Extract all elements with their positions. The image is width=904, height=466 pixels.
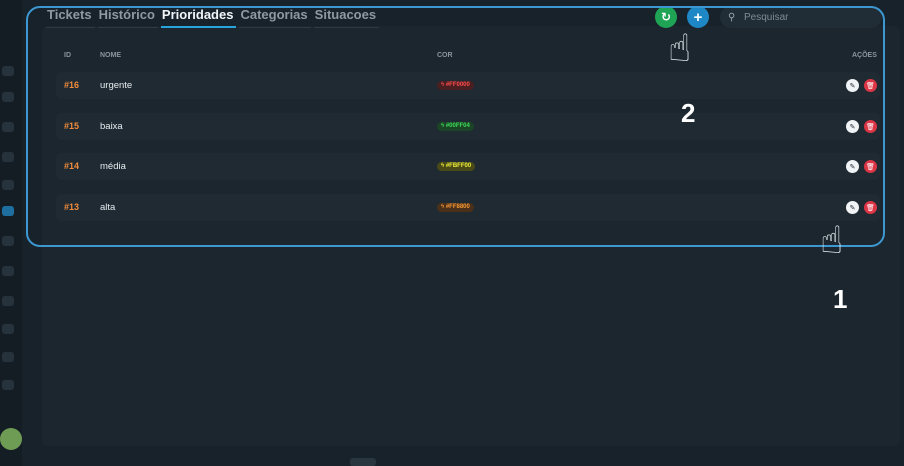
search-input[interactable] [744, 11, 874, 23]
trash-icon: 🗑 [866, 82, 875, 90]
delete-button[interactable]: 🗑 [864, 79, 877, 92]
pointing-hand-icon: ☝ [820, 220, 844, 262]
pagination-control[interactable] [350, 458, 376, 466]
edit-icon: ✎ [849, 82, 856, 90]
nav-icon[interactable] [2, 324, 14, 334]
table-header: ID NOME COR AÇÕES [56, 44, 880, 66]
nav-icon[interactable] [2, 352, 14, 362]
edit-icon: ✎ [849, 163, 856, 171]
column-header-id: ID [64, 52, 71, 59]
color-badge: ϟ #FBFF00 [437, 162, 476, 171]
edit-icon: ✎ [849, 204, 856, 212]
row-id: #14 [64, 161, 80, 171]
nav-icon[interactable] [2, 380, 14, 390]
table-row: #16 urgente ϟ #FF0000 ✎ 🗑 [56, 72, 880, 99]
tab-situacoes[interactable]: Situacoes [313, 7, 380, 28]
delete-button[interactable]: 🗑 [864, 160, 877, 173]
nav-icon[interactable] [2, 296, 14, 306]
delete-button[interactable]: 🗑 [864, 120, 877, 133]
tab-historico[interactable]: Histórico [97, 7, 158, 28]
nav-icon[interactable] [2, 236, 14, 246]
table-row: #13 alta ϟ #FF8800 ✎ 🗑 [56, 194, 880, 221]
row-name: urgente [100, 80, 133, 91]
add-button[interactable]: + [687, 6, 709, 28]
row-id: #15 [64, 121, 80, 131]
column-header-color: COR [437, 52, 453, 59]
column-header-actions: AÇÕES [852, 52, 877, 59]
trash-icon: 🗑 [866, 163, 875, 171]
plus-icon: + [693, 8, 703, 26]
annotation-number: 1 [833, 284, 848, 314]
annotation-number: 2 [681, 98, 696, 128]
trash-icon: 🗑 [866, 204, 875, 212]
table-row: #14 média ϟ #FBFF00 ✎ 🗑 [56, 153, 880, 180]
edit-button[interactable]: ✎ [846, 79, 859, 92]
row-name: média [100, 161, 126, 172]
color-badge: ϟ #FF0000 [437, 81, 474, 90]
row-name: alta [100, 202, 116, 213]
search-box: ⚲ [720, 6, 882, 28]
nav-icon[interactable] [2, 92, 14, 102]
tab-prioridades[interactable]: Prioridades [160, 7, 237, 28]
nav-icon[interactable] [2, 266, 14, 276]
nav-icon[interactable] [2, 122, 14, 132]
row-name: baixa [100, 121, 123, 132]
tab-tickets[interactable]: Tickets [46, 7, 95, 28]
row-id: #13 [64, 202, 80, 212]
avatar[interactable] [0, 428, 22, 450]
edit-icon: ✎ [849, 123, 856, 131]
row-id: #16 [64, 80, 80, 90]
left-sidebar [0, 0, 22, 466]
delete-button[interactable]: 🗑 [864, 201, 877, 214]
refresh-button[interactable]: ↻ [655, 6, 677, 28]
trash-icon: 🗑 [866, 123, 875, 131]
nav-icon[interactable] [2, 180, 14, 190]
search-icon: ⚲ [728, 11, 736, 23]
tab-categorias[interactable]: Categorias [239, 7, 311, 28]
color-badge: ϟ #00FF04 [437, 122, 474, 131]
column-header-name: NOME [100, 52, 121, 59]
nav-icon[interactable] [2, 152, 14, 162]
nav-icon[interactable] [2, 66, 14, 76]
refresh-icon: ↻ [660, 10, 672, 24]
edit-button[interactable]: ✎ [846, 201, 859, 214]
edit-button[interactable]: ✎ [846, 160, 859, 173]
nav-icon-active[interactable] [2, 206, 14, 216]
table-row: #15 baixa ϟ #00FF04 ✎ 🗑 [56, 113, 880, 140]
pointing-hand-icon: ☝ [668, 28, 692, 70]
tab-bar: Tickets Histórico Prioridades Categorias… [46, 7, 382, 28]
edit-button[interactable]: ✎ [846, 120, 859, 133]
color-badge: ϟ #FF8800 [437, 203, 474, 212]
